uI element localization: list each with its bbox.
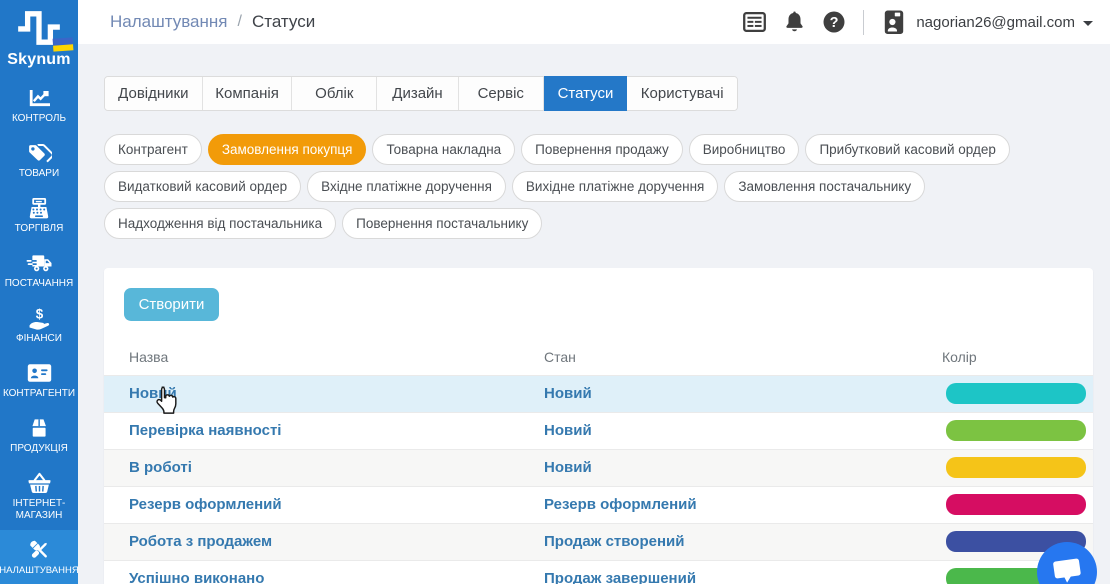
- sidebar-item-label: КОНТРАГЕНТИ: [2, 388, 76, 399]
- status-name[interactable]: В роботі: [129, 459, 192, 476]
- caret-down-icon: [1083, 21, 1093, 26]
- breadcrumb: Налаштування / Статуси: [110, 12, 315, 32]
- table-row[interactable]: Резерв оформлений Резерв оформлений: [104, 486, 1093, 523]
- tab-statusy[interactable]: Статуси: [543, 76, 628, 111]
- hand-dollar-icon: $: [27, 307, 52, 330]
- column-header-name: Назва: [129, 348, 169, 365]
- table-row[interactable]: Новий Новий: [104, 375, 1093, 412]
- column-header-color: Колір: [942, 348, 977, 365]
- table-row[interactable]: Робота з продажем Продаж створений: [104, 523, 1093, 560]
- table-row[interactable]: Перевірка наявності Новий: [104, 412, 1093, 449]
- id-badge-icon: [885, 10, 904, 34]
- chart-line-icon: [29, 87, 50, 109]
- chip-kontragent[interactable]: Контрагент: [104, 134, 202, 165]
- main-content: Довідники Компанія Облік Дизайн Сервіс С…: [78, 44, 1110, 584]
- breadcrumb-link-settings[interactable]: Налаштування: [110, 12, 228, 32]
- tab-korystuvachi[interactable]: Користувачі: [627, 77, 738, 110]
- sidebar-item-label: НАЛАШТУВАННЯ: [0, 565, 79, 576]
- sidebar-item-label: ПРОДУКЦІЯ: [10, 443, 68, 454]
- status-state: Новий: [544, 384, 592, 402]
- ukraine-flag: [52, 37, 74, 52]
- breadcrumb-current: Статуси: [251, 12, 316, 31]
- sidebar-item-label: ПОСТАЧАННЯ: [4, 278, 74, 289]
- sidebar: Skynum КОНТРОЛЬ ТОВАРИ ТОРГІВЛЯ ПОСТАЧАН…: [0, 0, 79, 584]
- breadcrumb-separator: /: [237, 13, 242, 30]
- app-logo[interactable]: Skynum: [0, 0, 78, 81]
- status-state: Новий: [544, 421, 592, 439]
- box-icon: [28, 417, 50, 439]
- sidebar-item-finansy[interactable]: $ ФІНАНСИ: [0, 301, 78, 356]
- app-name: Skynum: [7, 51, 71, 68]
- sidebar-item-label: ІНТЕРНЕТ- МАГАЗИН: [12, 498, 66, 521]
- chip-vhidne-platizhne[interactable]: Вхідне платіжне доручення: [307, 171, 506, 202]
- chip-zamovlennya-pokupcya[interactable]: Замовлення покупця: [207, 134, 367, 165]
- sidebar-item-torgivlya[interactable]: ТОРГІВЛЯ: [0, 191, 78, 246]
- chip-povernennya-postachalnyku[interactable]: Повернення постачальнику: [342, 208, 543, 239]
- table-head: Назва Стан Колір: [104, 339, 1093, 375]
- status-name[interactable]: Новий: [129, 385, 177, 402]
- tab-servis[interactable]: Сервіс: [458, 77, 544, 110]
- settings-tabs: Довідники Компанія Облік Дизайн Сервіс С…: [104, 76, 738, 111]
- table-row[interactable]: В роботі Новий: [104, 449, 1093, 486]
- document-type-chips: Контрагент Замовлення покупця Товарна на…: [104, 134, 1110, 245]
- status-name[interactable]: Перевірка наявності: [129, 422, 281, 439]
- chip-zamovlennya-postachalnyku[interactable]: Замовлення постачальнику: [724, 171, 926, 202]
- chip-nadhodzhennya-vid-post[interactable]: Надходження від постачальника: [104, 208, 337, 239]
- user-email: nagorian26@gmail.com: [916, 13, 1075, 31]
- chip-prybutkovyj-kasovyj-order[interactable]: Прибутковий касовий ордер: [805, 134, 1010, 165]
- news-icon[interactable]: [742, 10, 766, 34]
- cash-register-icon: [28, 197, 50, 219]
- statuses-panel: Створити Назва Стан Колір Новий Новий Пе…: [104, 268, 1093, 584]
- status-color-bar: [946, 457, 1086, 478]
- id-card-icon: [27, 362, 52, 384]
- column-header-state: Стан: [544, 348, 576, 365]
- status-state: Продаж завершений: [544, 569, 697, 584]
- user-menu[interactable]: nagorian26@gmail.com: [881, 9, 1093, 36]
- tab-oblik[interactable]: Облік: [292, 77, 378, 110]
- svg-text:$: $: [35, 307, 43, 322]
- tab-dovidnyky[interactable]: Довідники: [105, 77, 203, 110]
- status-name[interactable]: Резерв оформлений: [129, 496, 282, 513]
- tab-kompaniya[interactable]: Компанія: [202, 77, 293, 110]
- shopping-basket-icon: [27, 472, 52, 494]
- status-name[interactable]: Успішно виконано: [129, 570, 264, 584]
- sidebar-item-control[interactable]: КОНТРОЛЬ: [0, 81, 78, 136]
- sidebar-item-label: ТОВАРИ: [18, 168, 60, 179]
- chip-povernennya-prodazhu[interactable]: Повернення продажу: [521, 134, 683, 165]
- status-color-bar: [946, 420, 1086, 441]
- status-state: Новий: [544, 458, 592, 476]
- sidebar-item-label: КОНТРОЛЬ: [11, 113, 67, 124]
- chip-vyrobnytstvo[interactable]: Виробництво: [688, 134, 800, 165]
- chip-tovarna-nakladna[interactable]: Товарна накладна: [372, 134, 516, 165]
- header-divider: [863, 9, 865, 35]
- sidebar-item-label: ФІНАНСИ: [16, 333, 62, 344]
- statuses-table: Назва Стан Колір Новий Новий Перевірка н…: [104, 339, 1093, 584]
- svg-text:?: ?: [830, 15, 839, 31]
- sidebar-item-tovary[interactable]: ТОВАРИ: [0, 136, 78, 191]
- table-row[interactable]: Успішно виконано Продаж завершений: [104, 560, 1093, 584]
- status-state: Резерв оформлений: [544, 495, 697, 513]
- header-actions: ? nagorian26@gmail.com: [742, 9, 1093, 36]
- sidebar-item-kontragenty[interactable]: КОНТРАГЕНТИ: [0, 356, 78, 411]
- sidebar-item-label: ТОРГІВЛЯ: [14, 223, 64, 234]
- chip-vydatkovyj-kasovyj-order[interactable]: Видатковий касовий ордер: [104, 171, 302, 202]
- sidebar-item-internet-magazin[interactable]: ІНТЕРНЕТ- МАГАЗИН: [0, 466, 78, 530]
- tab-dyzajn[interactable]: Дизайн: [377, 77, 459, 110]
- sidebar-item-nalashtuvannya[interactable]: НАЛАШТУВАННЯ: [0, 530, 79, 584]
- status-name[interactable]: Робота з продажем: [129, 533, 272, 550]
- price-tags-icon: [27, 142, 52, 164]
- chat-bubble-icon: [1053, 558, 1081, 583]
- status-state: Продаж створений: [544, 532, 685, 550]
- sidebar-item-produkciya[interactable]: ПРОДУКЦІЯ: [0, 411, 78, 466]
- create-button[interactable]: Створити: [124, 288, 219, 321]
- top-header: Налаштування / Статуси ? nagorian26@gmai…: [78, 0, 1110, 44]
- status-color-bar: [946, 383, 1086, 404]
- delivery-truck-icon: [26, 252, 53, 274]
- sidebar-item-postachannya[interactable]: ПОСТАЧАННЯ: [0, 246, 78, 301]
- help-icon[interactable]: ?: [822, 10, 846, 34]
- chip-vyhidne-platizhne[interactable]: Вихідне платіжне доручення: [511, 171, 719, 202]
- tools-icon: [27, 539, 52, 561]
- status-color-bar: [946, 494, 1086, 515]
- bell-icon[interactable]: [782, 10, 806, 34]
